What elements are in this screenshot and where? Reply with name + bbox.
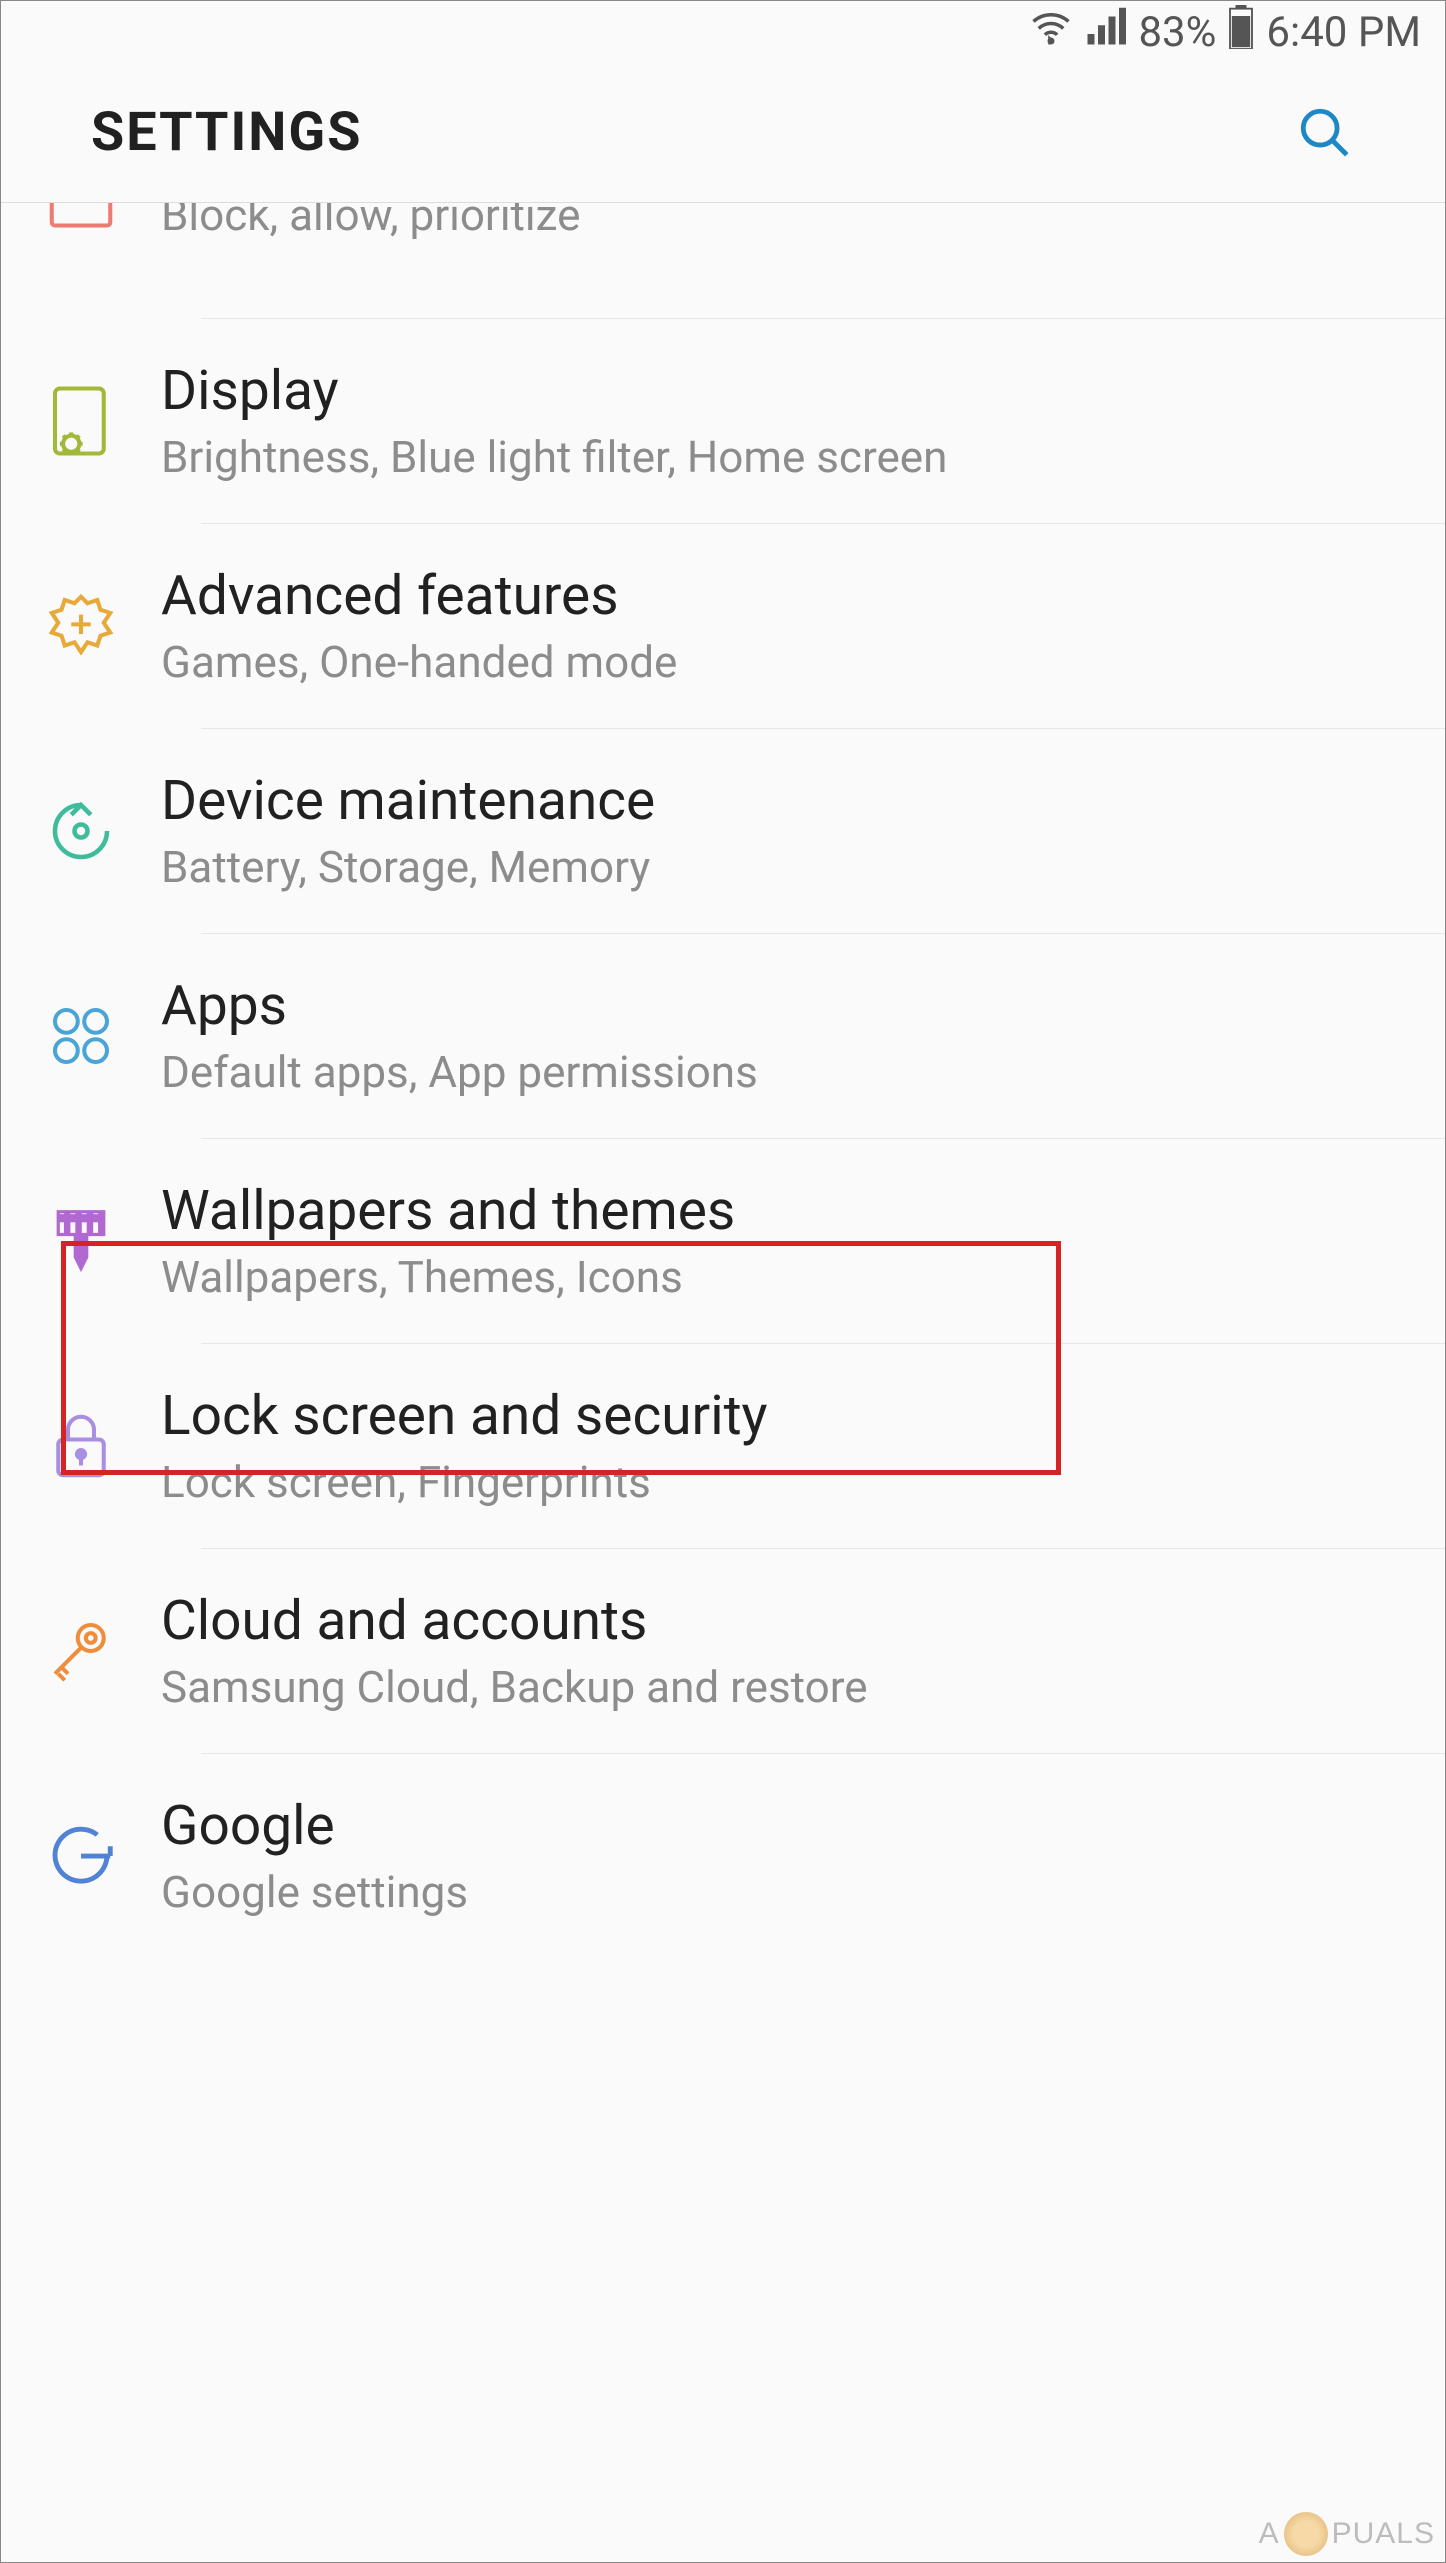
wifi-icon: [1030, 6, 1072, 58]
row-subtitle: Samsung Cloud, Backup and restore: [161, 1661, 1405, 1713]
watermark: A A PUALS PUALS: [1259, 2512, 1435, 2556]
header: SETTINGS: [1, 63, 1445, 203]
row-title: Cloud and accounts: [161, 1589, 1405, 1653]
row-title: Display: [161, 359, 1405, 423]
notifications-icon: [1, 203, 161, 245]
row-title: Apps: [161, 974, 1405, 1038]
row-subtitle: Brightness, Blue light filter, Home scre…: [161, 431, 1405, 483]
battery-percent: 83%: [1138, 8, 1216, 57]
row-title: Device maintenance: [161, 769, 1405, 833]
row-subtitle: Battery, Storage, Memory: [161, 841, 1405, 893]
settings-item-device-maintenance[interactable]: Device maintenance Battery, Storage, Mem…: [1, 729, 1445, 933]
row-subtitle: Default apps, App permissions: [161, 1046, 1405, 1098]
settings-item-google[interactable]: Google Google settings: [1, 1754, 1445, 1958]
google-icon: [1, 1817, 161, 1895]
row-subtitle: Block, allow, prioritize: [161, 203, 1405, 241]
page-title: SETTINGS: [91, 101, 362, 164]
row-title: Lock screen and security: [161, 1384, 1405, 1448]
settings-item-lock-screen-security[interactable]: Lock screen and security Lock screen, Fi…: [1, 1344, 1445, 1548]
settings-item-apps[interactable]: Apps Default apps, App permissions: [1, 934, 1445, 1138]
advanced-features-icon: [1, 587, 161, 665]
row-title: Google: [161, 1794, 1405, 1858]
settings-list[interactable]: Block, allow, prioritize Display Brightn…: [1, 203, 1445, 1958]
lock-icon: [1, 1407, 161, 1485]
battery-icon: [1228, 5, 1254, 59]
status-bar: 83% 6:40 PM: [1, 1, 1445, 63]
row-subtitle: Google settings: [161, 1866, 1405, 1918]
apps-icon: [1, 997, 161, 1075]
display-icon: [1, 382, 161, 460]
row-title: Advanced features: [161, 564, 1405, 628]
device-maintenance-icon: [1, 792, 161, 870]
cloud-accounts-icon: [1, 1612, 161, 1690]
settings-item-display[interactable]: Display Brightness, Blue light filter, H…: [1, 319, 1445, 523]
settings-item-advanced-features[interactable]: Advanced features Games, One-handed mode: [1, 524, 1445, 728]
settings-screen: 83% 6:40 PM SETTINGS: [0, 0, 1446, 2563]
search-button[interactable]: [1295, 103, 1355, 163]
wallpapers-icon: [1, 1202, 161, 1280]
row-subtitle: Wallpapers, Themes, Icons: [161, 1251, 1405, 1303]
search-icon: [1296, 104, 1354, 162]
row-subtitle: Games, One-handed mode: [161, 636, 1405, 688]
clock-time: 6:40 PM: [1266, 8, 1421, 57]
status-icons: 83% 6:40 PM: [1030, 5, 1421, 59]
signal-icon: [1084, 6, 1126, 58]
settings-item-cloud-accounts[interactable]: Cloud and accounts Samsung Cloud, Backup…: [1, 1549, 1445, 1753]
settings-item-notifications[interactable]: Block, allow, prioritize: [1, 203, 1445, 318]
row-title: Wallpapers and themes: [161, 1179, 1405, 1243]
settings-item-wallpapers-themes[interactable]: Wallpapers and themes Wallpapers, Themes…: [1, 1139, 1445, 1343]
row-subtitle: Lock screen, Fingerprints: [161, 1456, 1405, 1508]
watermark-icon: [1284, 2512, 1328, 2556]
